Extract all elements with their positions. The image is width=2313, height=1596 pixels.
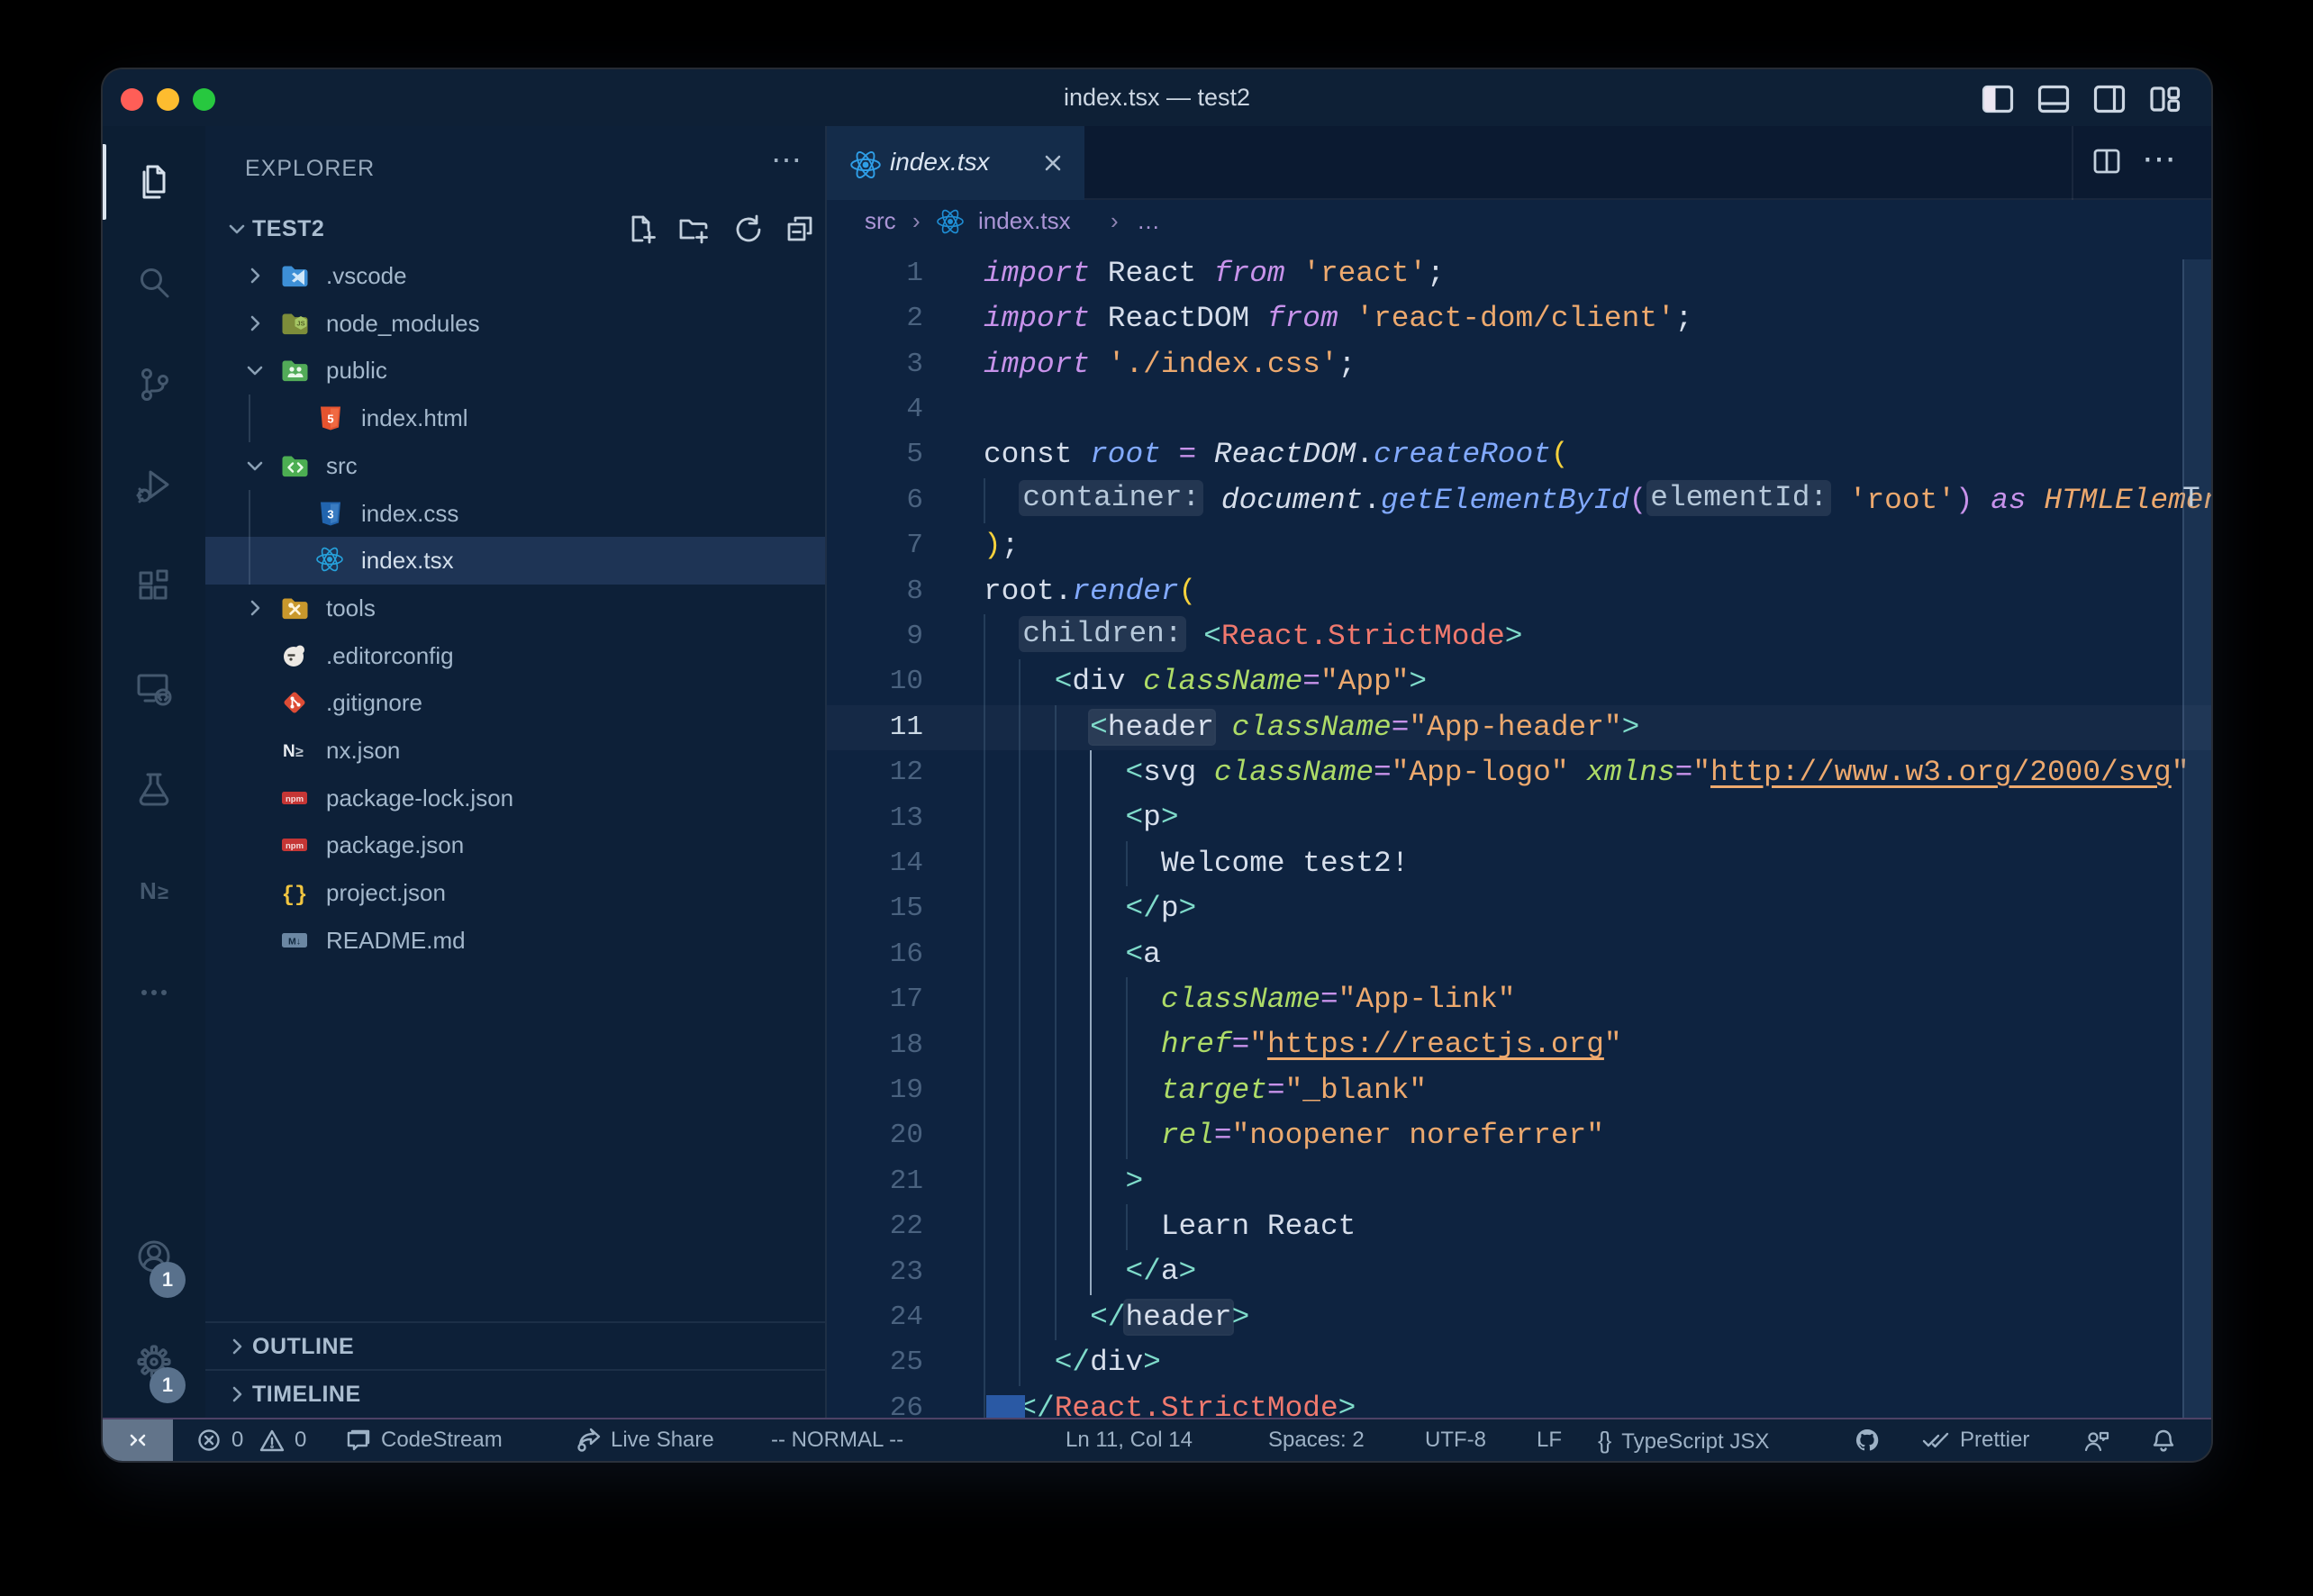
svg-text:JS: JS: [296, 319, 304, 327]
svg-text:npm: npm: [286, 793, 304, 803]
svg-text:N: N: [140, 877, 157, 904]
svg-text:npm: npm: [286, 841, 304, 851]
svg-text:5: 5: [327, 413, 333, 426]
svg-text:N: N: [283, 742, 295, 761]
svg-text:M↓: M↓: [288, 936, 301, 947]
svg-text:{}: {}: [282, 884, 308, 907]
svg-text:≥: ≥: [158, 881, 168, 903]
svg-text:3: 3: [327, 507, 333, 521]
svg-text:≥: ≥: [295, 745, 304, 760]
